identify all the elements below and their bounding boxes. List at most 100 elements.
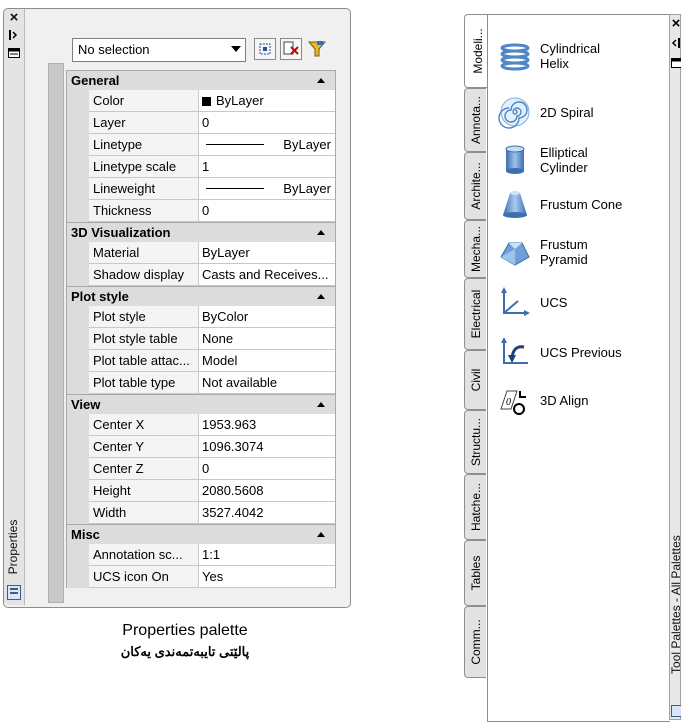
tool-item[interactable]: Elliptical Cylinder — [498, 143, 648, 177]
property-row[interactable]: Center Y 1096.3074 — [66, 436, 336, 458]
row-gutter — [67, 328, 89, 350]
property-value[interactable]: 0 — [199, 200, 335, 222]
quick-select-button[interactable] — [306, 38, 328, 60]
helix-icon — [498, 39, 532, 73]
property-value[interactable]: Yes — [199, 566, 335, 588]
property-row[interactable]: Linetype scale 1 — [66, 156, 336, 178]
property-row[interactable]: Color ByLayer — [66, 90, 336, 112]
collapse-icon[interactable] — [317, 78, 325, 83]
properties-menu-icon[interactable] — [6, 47, 22, 61]
property-value[interactable]: ByColor — [199, 306, 335, 328]
close-icon[interactable]: × — [670, 16, 681, 31]
palette-tab[interactable]: Archite... — [464, 152, 486, 220]
property-value[interactable]: Casts and Receives... — [199, 264, 335, 286]
category-header[interactable]: Misc — [66, 524, 336, 544]
tool-item[interactable]: Frustum Cone — [498, 187, 648, 221]
property-row[interactable]: Lineweight ByLayer — [66, 178, 336, 200]
property-name: Plot style table — [89, 328, 199, 350]
tool-item[interactable]: Frustum Pyramid — [498, 235, 648, 269]
properties-caption-kurdish: پالێتی تایبەتمەندی یەکان — [120, 644, 250, 659]
category-header[interactable]: 3D Visualization — [66, 222, 336, 242]
property-row[interactable]: Height 2080.5608 — [66, 480, 336, 502]
row-gutter — [67, 264, 89, 286]
chevron-down-icon[interactable] — [231, 46, 241, 52]
tool-label: UCS — [540, 295, 648, 310]
property-value[interactable]: 0 — [199, 112, 335, 134]
property-value[interactable]: ByLayer — [199, 178, 335, 200]
properties-scrollbar[interactable] — [48, 63, 64, 603]
palette-tab-label: Hatche... — [468, 482, 483, 532]
property-row[interactable]: UCS icon On Yes — [66, 566, 336, 588]
tool-label-line2: Cylinder — [540, 160, 588, 175]
property-value[interactable]: 3527.4042 — [199, 502, 335, 524]
tool-palettes-titlebar[interactable]: × Tool Palettes - All Palettes — [669, 14, 681, 720]
property-row[interactable]: Center Z0 — [66, 458, 336, 480]
auto-hide-icon[interactable] — [670, 37, 681, 52]
property-value[interactable]: ByLayer — [199, 90, 335, 112]
tool-label-line2: Helix — [540, 56, 569, 71]
property-value[interactable]: Not available — [199, 372, 335, 394]
property-row[interactable]: Material ByLayer — [66, 242, 336, 264]
palette-tab[interactable]: Comm... — [464, 606, 486, 678]
ucs-icon — [498, 285, 532, 319]
category-header[interactable]: General — [66, 70, 336, 90]
property-value[interactable]: 0 — [199, 458, 335, 480]
property-value[interactable]: 1 — [199, 156, 335, 178]
palette-tab[interactable]: Mecha... — [464, 220, 486, 278]
property-row[interactable]: Linetype ByLayer — [66, 134, 336, 156]
property-row[interactable]: Layer 0 — [66, 112, 336, 134]
tool-item[interactable]: 2D Spiral — [498, 95, 648, 129]
row-gutter — [67, 480, 89, 502]
property-row[interactable]: Shadow display Casts and Receives... — [66, 264, 336, 286]
tool-item[interactable]: UCS Previous — [498, 335, 648, 369]
category-header[interactable]: Plot style — [66, 286, 336, 306]
tool-item[interactable]: 0 3D Align — [498, 383, 648, 417]
property-value[interactable]: ByLayer — [199, 134, 335, 156]
palette-tab[interactable]: Electrical — [464, 278, 486, 350]
toggle-pickadd-button[interactable] — [254, 38, 276, 60]
close-icon[interactable]: × — [6, 10, 22, 25]
property-value[interactable]: 1953.963 — [199, 414, 335, 436]
category-header[interactable]: View — [66, 394, 336, 414]
property-value[interactable]: 1:1 — [199, 544, 335, 566]
property-value[interactable]: 2080.5608 — [199, 480, 335, 502]
collapse-icon[interactable] — [317, 402, 325, 407]
property-row[interactable]: Width 3527.4042 — [66, 502, 336, 524]
spiral-icon — [498, 95, 532, 129]
property-row[interactable]: Plot table attac... Model — [66, 350, 336, 372]
properties-titlebar[interactable]: × Properties — [4, 9, 25, 605]
palette-tab-label: Civil — [468, 368, 483, 392]
tool-label-line1: Frustum — [540, 237, 588, 252]
property-row[interactable]: Thickness 0 — [66, 200, 336, 222]
property-value-text: Yes — [202, 569, 224, 584]
property-value-text: 0 — [202, 461, 210, 476]
tool-item[interactable]: UCS — [498, 285, 648, 319]
property-row[interactable]: Plot table type Not available — [66, 372, 336, 394]
palette-tab[interactable]: Civil — [464, 350, 486, 410]
property-value[interactable]: Model — [199, 350, 335, 372]
collapse-icon[interactable] — [317, 230, 325, 235]
tool-item[interactable]: Cylindrical Helix — [498, 39, 648, 73]
property-value[interactable]: None — [199, 328, 335, 350]
property-row[interactable]: Plot style table None — [66, 328, 336, 350]
palette-tab[interactable]: Hatche... — [464, 474, 486, 540]
selection-dropdown[interactable]: No selection — [72, 38, 246, 62]
tool-palette-panel: Cylindrical Helix 2D Spiral Elliptical Cylin… — [487, 14, 670, 722]
collapse-icon[interactable] — [317, 294, 325, 299]
palette-tab[interactable]: Structu... — [464, 410, 486, 474]
property-row[interactable]: Center X 1953.963 — [66, 414, 336, 436]
tool-label-line1: Cylindrical — [540, 41, 600, 56]
palette-tab[interactable]: Tables — [464, 540, 486, 606]
palette-tab-label: Comm... — [468, 619, 483, 665]
palette-tab-label: Annota... — [468, 95, 483, 145]
collapse-icon[interactable] — [317, 532, 325, 537]
palette-tab[interactable]: Annota... — [464, 88, 486, 152]
tool-label: UCS Previous — [540, 345, 648, 360]
property-row[interactable]: Plot style ByColor — [66, 306, 336, 328]
property-value[interactable]: ByLayer — [199, 242, 335, 264]
property-value[interactable]: 1096.3074 — [199, 436, 335, 458]
property-row[interactable]: Annotation sc... 1:1 — [66, 544, 336, 566]
auto-hide-icon[interactable] — [6, 29, 22, 43]
select-objects-button[interactable] — [280, 38, 302, 60]
properties-menu-icon[interactable] — [670, 57, 681, 71]
